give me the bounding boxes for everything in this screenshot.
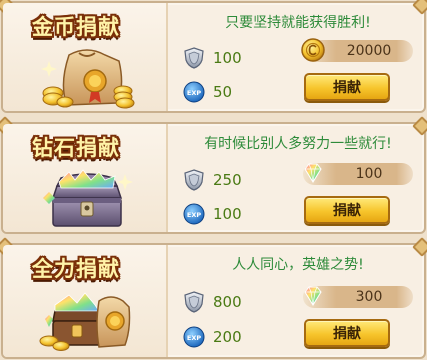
panel-left-section: 金币捐献: [3, 3, 168, 111]
shield-icon: [184, 169, 204, 191]
panel-slogan: 只要坚持就能获得胜利!: [225, 15, 371, 31]
panel-title: 全力捐献: [32, 257, 120, 281]
diamond-icon: [304, 163, 322, 183]
cost-display: 300: [303, 286, 413, 308]
donation-panel-gold: 金币捐献 只要坚持就能获得胜利! 100 EXP 50 20000 捐献: [1, 1, 426, 113]
exp-reward: EXP 50: [183, 80, 232, 104]
diamond-icon: [304, 286, 322, 306]
cost-value: 100: [355, 166, 383, 182]
donate-button[interactable]: 捐献: [304, 73, 390, 101]
panel-left-section: 全力捐献: [3, 245, 168, 357]
svg-text:EXP: EXP: [187, 334, 201, 342]
panel-left-section: 钻石捐献: [3, 124, 168, 232]
svg-text:EXP: EXP: [187, 211, 201, 219]
full-donation-illustration: [39, 292, 131, 351]
treasure-chest-illustration: [43, 169, 133, 227]
honor-value: 100: [213, 49, 242, 67]
exp-icon: EXP: [183, 203, 205, 225]
cost-value: 20000: [346, 43, 392, 59]
donation-panel-full: 全力捐献 人人同心，英雄之势! 800 EXP 200 300 捐献: [1, 243, 426, 359]
honor-value: 800: [213, 293, 242, 311]
panel-slogan: 人人同心，英雄之势!: [232, 257, 364, 273]
exp-reward: EXP 200: [183, 325, 242, 349]
honor-value: 250: [213, 171, 242, 189]
cost-value: 300: [355, 289, 383, 305]
cost-display: 100: [303, 163, 413, 185]
donation-panel-diamond: 钻石捐献 有时候比别人多努力一些就行! 250 EXP 100 100 捐献: [1, 122, 426, 234]
cost-display: 20000: [301, 38, 413, 62]
honor-reward: 800: [183, 290, 242, 314]
donate-button[interactable]: 捐献: [304, 196, 390, 224]
exp-reward: EXP 100: [183, 202, 242, 226]
honor-reward: 100: [183, 46, 242, 70]
panel-slogan: 有时候比别人多努力一些就行!: [204, 136, 392, 152]
gold-coin-icon: [301, 38, 325, 62]
exp-value: 50: [213, 83, 233, 101]
honor-reward: 250: [183, 168, 242, 192]
shield-icon: [184, 291, 204, 313]
panel-title: 金币捐献: [32, 15, 120, 39]
shield-icon: [184, 47, 204, 69]
donate-button[interactable]: 捐献: [304, 319, 390, 347]
svg-text:EXP: EXP: [187, 89, 201, 97]
exp-icon: EXP: [183, 326, 205, 348]
exp-value: 100: [213, 205, 242, 223]
exp-value: 200: [213, 328, 242, 346]
coin-bag-illustration: [41, 49, 135, 109]
exp-icon: EXP: [183, 81, 205, 103]
panel-title: 钻石捐献: [32, 136, 120, 160]
